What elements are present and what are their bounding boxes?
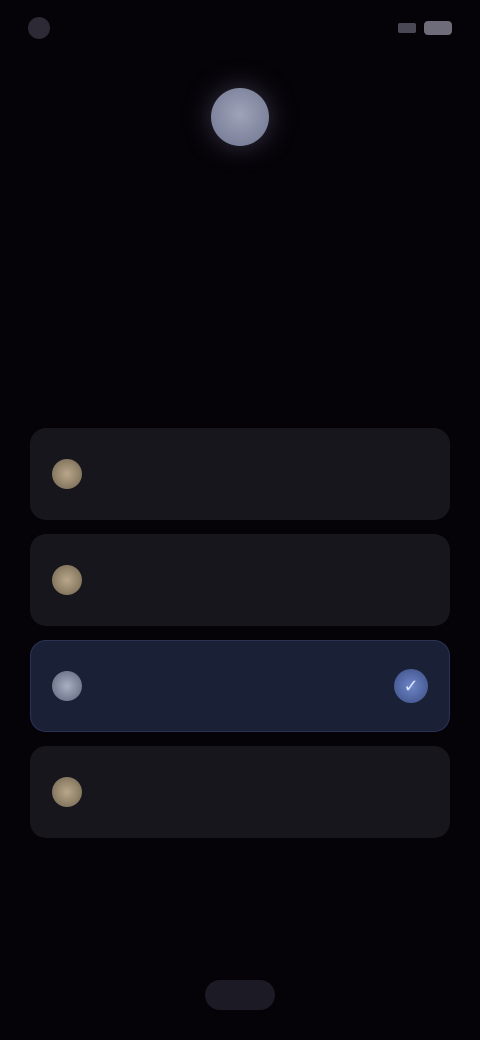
continue-button[interactable] <box>205 980 275 1010</box>
app-dot-icon <box>28 17 50 39</box>
option-4[interactable] <box>30 746 450 838</box>
option-dot-icon <box>52 459 82 489</box>
status-left <box>28 17 58 39</box>
signal-icon <box>398 23 416 33</box>
battery-icon <box>424 21 452 35</box>
options-list: ✓ <box>30 428 450 852</box>
status-bar <box>0 0 480 56</box>
option-2[interactable] <box>30 534 450 626</box>
option-3-selected[interactable]: ✓ <box>30 640 450 732</box>
option-dot-icon <box>52 671 82 701</box>
option-1[interactable] <box>30 428 450 520</box>
option-dot-icon <box>52 777 82 807</box>
avatar-orb-icon <box>211 88 269 146</box>
checkmark-icon: ✓ <box>394 669 428 703</box>
option-dot-icon <box>52 565 82 595</box>
status-right <box>398 21 452 35</box>
